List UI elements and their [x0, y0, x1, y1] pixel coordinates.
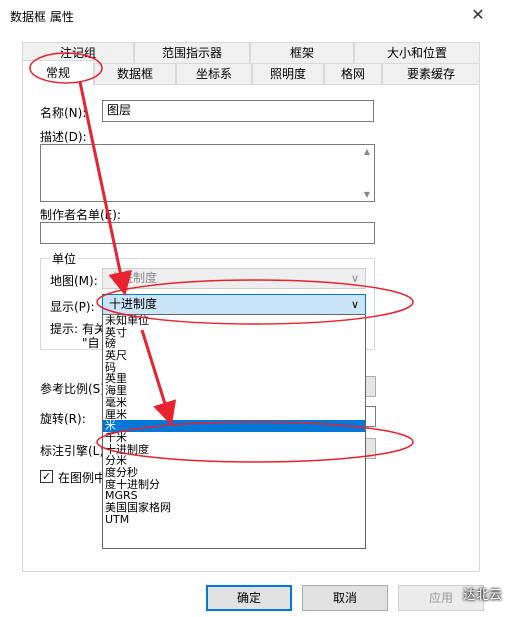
display-units-dropdown-list[interactable]: 未知单位 英寸磅英尺码英里 海里 毫米 厘米米千米 十进制度 分米 度分秒 度十进制分 MGRS 美…	[102, 314, 366, 549]
dropdown-option[interactable]: 千米	[103, 432, 365, 444]
cancel-button[interactable]: 取消	[302, 585, 388, 611]
hint-label: 提示:	[50, 322, 79, 336]
creator-input[interactable]	[40, 222, 375, 244]
ok-button[interactable]: 确定	[206, 585, 292, 611]
scroll-up-icon[interactable]: ▲	[362, 147, 372, 156]
dropdown-option[interactable]: 未知单位	[103, 315, 365, 327]
tab-feature-cache[interactable]: 要素缓存	[382, 63, 480, 85]
tab-extent-indicator[interactable]: 范围指示器	[134, 42, 250, 64]
watermark: 达北云	[462, 588, 502, 603]
tab-size-position[interactable]: 大小和位置	[354, 42, 480, 64]
dropdown-option[interactable]: 英寸	[103, 327, 365, 339]
dropdown-option[interactable]: 英里	[103, 373, 365, 385]
name-label: 名称(N):	[40, 106, 87, 120]
chevron-down-icon[interactable]: ∨	[351, 297, 359, 312]
display-units-label: 显示(P):	[50, 300, 95, 314]
legend-checkbox[interactable]: ✓	[40, 470, 53, 483]
dropdown-option[interactable]: 十进制度	[103, 444, 365, 456]
rotation-label: 旋转(R):	[40, 412, 86, 426]
dropdown-option[interactable]: 码	[103, 362, 365, 374]
description-textarea[interactable]: ▲ ▼	[40, 144, 375, 202]
close-icon[interactable]: ✕	[466, 4, 490, 26]
dropdown-option[interactable]: 海里	[103, 385, 365, 397]
hint-text-2: "自	[82, 336, 100, 350]
tab-illumination[interactable]: 照明度	[252, 63, 324, 85]
dropdown-option[interactable]: 磅	[103, 338, 365, 350]
legend-checkbox-label: 在图例中	[58, 471, 107, 485]
map-units-combo: 十进制度 ∨	[102, 268, 366, 289]
dropdown-option[interactable]: 分米	[103, 455, 365, 467]
dropdown-option[interactable]: 米	[103, 420, 365, 432]
chevron-down-icon: ∨	[350, 272, 359, 285]
creator-label: 制作者名单(E):	[40, 208, 121, 222]
dropdown-option[interactable]: 英尺	[103, 350, 365, 362]
reference-scale-label: 参考比例(S)	[40, 382, 105, 396]
name-input[interactable]: 图层	[102, 100, 374, 122]
scroll-down-icon[interactable]: ▼	[362, 190, 372, 199]
units-group-label: 单位	[50, 250, 79, 267]
map-units-label: 地图(M):	[50, 274, 98, 288]
dropdown-option[interactable]: UTM	[103, 514, 365, 526]
display-units-combo[interactable]: 十进制度 ∨	[102, 294, 366, 315]
dropdown-option[interactable]: 度十进制分	[103, 479, 365, 491]
dropdown-option[interactable]: 厘米	[103, 409, 365, 421]
tab-frame[interactable]: 框架	[250, 42, 354, 64]
tab-coordinate-system[interactable]: 坐标系	[176, 63, 252, 85]
tab-general[interactable]: 常规	[22, 60, 94, 86]
dropdown-option[interactable]: 毫米	[103, 397, 365, 409]
dropdown-option[interactable]: 美国国家格网	[103, 502, 365, 514]
tab-grids[interactable]: 格网	[324, 63, 382, 85]
tab-data-frame[interactable]: 数据框	[94, 63, 176, 85]
description-label: 描述(D):	[40, 130, 87, 144]
label-engine-label: 标注引擎(L)	[40, 444, 105, 458]
window-title: 数据框 属性	[10, 10, 74, 24]
dropdown-option[interactable]: MGRS	[103, 490, 365, 502]
dropdown-option[interactable]: 度分秒	[103, 467, 365, 479]
title-bar: 数据框 属性 ✕	[0, 0, 514, 32]
